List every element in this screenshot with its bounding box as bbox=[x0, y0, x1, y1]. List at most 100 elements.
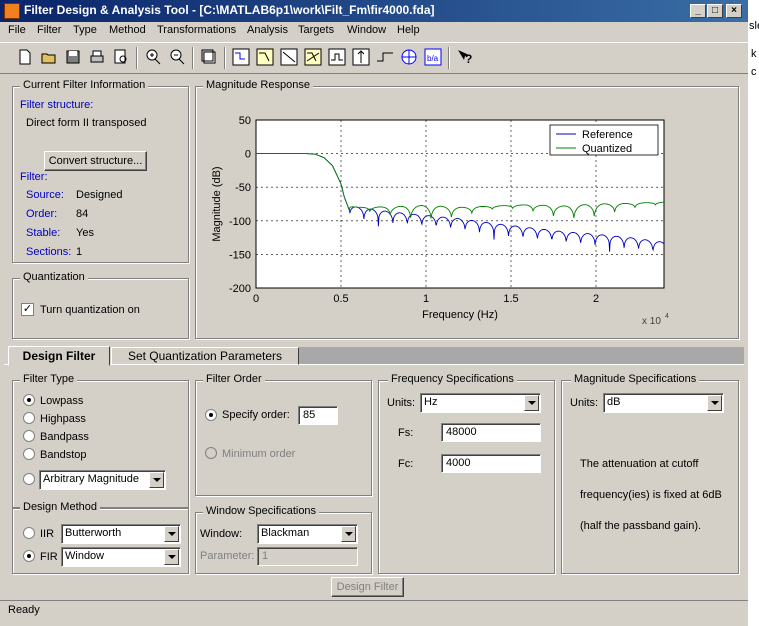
save-icon[interactable] bbox=[64, 48, 82, 66]
fc-input[interactable]: 4000 bbox=[441, 454, 541, 473]
bandpass-label[interactable]: Bandpass bbox=[40, 431, 89, 443]
bandpass-radio[interactable] bbox=[23, 430, 35, 442]
toolbar-separator bbox=[224, 47, 226, 69]
menu-targets[interactable]: Targets bbox=[298, 24, 334, 36]
freq-units-label: Units: bbox=[387, 397, 416, 409]
group-delay-icon[interactable] bbox=[328, 48, 346, 66]
print-preview-icon[interactable] bbox=[112, 48, 130, 66]
x-multiplier-exponent: 4 bbox=[665, 313, 669, 320]
window-value: Blackman bbox=[261, 527, 310, 539]
new-file-icon[interactable] bbox=[16, 48, 34, 66]
background-window-text: sle bbox=[749, 20, 759, 32]
full-view-icon[interactable] bbox=[200, 48, 218, 66]
fs-input[interactable]: 48000 bbox=[441, 423, 541, 442]
fir-method-value: Window bbox=[65, 550, 105, 562]
fdatool-window: Filter Design & Analysis Tool - [C:\MATL… bbox=[0, 0, 748, 626]
window-select[interactable]: Blackman bbox=[257, 524, 358, 544]
menu-method[interactable]: Method bbox=[109, 24, 146, 36]
quantization-title: Quantization bbox=[20, 271, 88, 283]
mag-note-line2: frequency(ies) is fixed at 6dB bbox=[580, 489, 722, 501]
stable-value: Yes bbox=[76, 227, 94, 239]
specify-order-label[interactable]: Specify order: bbox=[222, 409, 290, 421]
x-tick-label: 2 bbox=[593, 293, 599, 305]
zoom-in-icon[interactable] bbox=[144, 48, 162, 66]
minimum-order-label[interactable]: Minimum order bbox=[222, 448, 295, 460]
svg-text:?: ? bbox=[465, 52, 472, 66]
tab-strip-filler bbox=[299, 347, 744, 365]
x-tick-label: 1 bbox=[423, 293, 429, 305]
menu-bar: File Filter Type Method Transformations … bbox=[0, 22, 748, 40]
arbitrary-magnitude-value: Arbitrary Magnitude bbox=[43, 473, 139, 485]
zoom-out-icon[interactable] bbox=[168, 48, 186, 66]
lowpass-label[interactable]: Lowpass bbox=[40, 395, 83, 407]
design-method-title: Design Method bbox=[20, 501, 100, 513]
filter-order-input[interactable]: 85 bbox=[298, 406, 338, 425]
y-tick-label: 50 bbox=[239, 115, 251, 127]
print-icon[interactable] bbox=[88, 48, 106, 66]
highpass-label[interactable]: Highpass bbox=[40, 413, 86, 425]
fir-method-select[interactable]: Window bbox=[61, 547, 181, 567]
iir-radio[interactable] bbox=[23, 527, 35, 539]
chevron-down-icon[interactable] bbox=[149, 472, 164, 488]
y-tick-label: -150 bbox=[229, 249, 251, 261]
tab-set-quantization[interactable]: Set Quantization Parameters bbox=[111, 347, 299, 365]
phase-icon[interactable] bbox=[280, 48, 298, 66]
filter-type-title: Filter Type bbox=[20, 373, 78, 385]
open-folder-icon[interactable] bbox=[40, 48, 58, 66]
bandstop-label[interactable]: Bandstop bbox=[40, 449, 86, 461]
parameter-input[interactable]: 1 bbox=[257, 547, 358, 566]
quantization-checkbox-label[interactable]: Turn quantization on bbox=[40, 304, 140, 316]
impulse-response-icon[interactable] bbox=[352, 48, 370, 66]
current-filter-info-title: Current Filter Information bbox=[20, 79, 149, 91]
menu-type[interactable]: Type bbox=[73, 24, 97, 36]
fir-radio[interactable] bbox=[23, 550, 35, 562]
tab-design-filter[interactable]: Design Filter bbox=[8, 346, 110, 366]
menu-transformations[interactable]: Transformations bbox=[157, 24, 236, 36]
filter-coefficients-icon[interactable]: b/a bbox=[424, 48, 442, 66]
highpass-radio[interactable] bbox=[23, 412, 35, 424]
arbitrary-magnitude-select[interactable]: Arbitrary Magnitude bbox=[39, 470, 166, 490]
chevron-down-icon[interactable] bbox=[707, 395, 722, 411]
menu-filter[interactable]: Filter bbox=[37, 24, 61, 36]
parameter-label: Parameter: bbox=[200, 550, 255, 562]
menu-file[interactable]: File bbox=[8, 24, 26, 36]
freq-units-select[interactable]: Hz bbox=[420, 393, 541, 413]
magnitude-phase-icon[interactable] bbox=[304, 48, 322, 66]
menu-analysis[interactable]: Analysis bbox=[247, 24, 288, 36]
minimize-button[interactable]: _ bbox=[690, 4, 706, 18]
quantization-checkbox[interactable]: ✓ bbox=[21, 303, 34, 316]
magnitude-icon[interactable] bbox=[256, 48, 274, 66]
pole-zero-icon[interactable] bbox=[400, 48, 418, 66]
minimum-order-radio[interactable] bbox=[205, 447, 217, 459]
fir-label[interactable]: FIR bbox=[40, 551, 58, 563]
mag-units-select[interactable]: dB bbox=[603, 393, 724, 413]
filter-specs-icon[interactable] bbox=[232, 48, 250, 66]
chevron-down-icon[interactable] bbox=[164, 526, 179, 542]
y-tick-label: 0 bbox=[245, 149, 251, 161]
convert-structure-button[interactable]: Convert structure... bbox=[44, 151, 147, 171]
iir-method-select[interactable]: Butterworth bbox=[61, 524, 181, 544]
menu-window[interactable]: Window bbox=[347, 24, 386, 36]
filter-order-title: Filter Order bbox=[203, 373, 265, 385]
specify-order-radio[interactable] bbox=[205, 409, 217, 421]
x-multiplier-label: x 10 bbox=[642, 316, 661, 327]
chevron-down-icon[interactable] bbox=[524, 395, 539, 411]
bandstop-radio[interactable] bbox=[23, 448, 35, 460]
chevron-down-icon[interactable] bbox=[164, 549, 179, 565]
lowpass-radio[interactable] bbox=[23, 394, 35, 406]
whats-this-help-icon[interactable]: ? bbox=[456, 48, 474, 66]
filter-label: Filter: bbox=[20, 171, 48, 183]
magnitude-response-title: Magnitude Response bbox=[203, 79, 313, 91]
source-label: Source: bbox=[26, 189, 64, 201]
y-tick-label: -50 bbox=[235, 182, 251, 194]
arbitrary-magnitude-radio[interactable] bbox=[23, 473, 35, 485]
close-button[interactable]: × bbox=[726, 4, 742, 18]
menu-help[interactable]: Help bbox=[397, 24, 420, 36]
magnitude-response-chart[interactable]: 0 0.5 1 1.5 2 50 0 -50 -100 -150 -200 Frequency (Hz… bbox=[198, 100, 736, 336]
design-filter-button[interactable]: Design Filter bbox=[331, 577, 404, 597]
maximize-button[interactable]: □ bbox=[707, 4, 723, 18]
step-response-icon[interactable] bbox=[376, 48, 394, 66]
x-tick-label: 0 bbox=[253, 293, 259, 305]
iir-label[interactable]: IIR bbox=[40, 528, 54, 540]
chevron-down-icon[interactable] bbox=[341, 526, 356, 542]
